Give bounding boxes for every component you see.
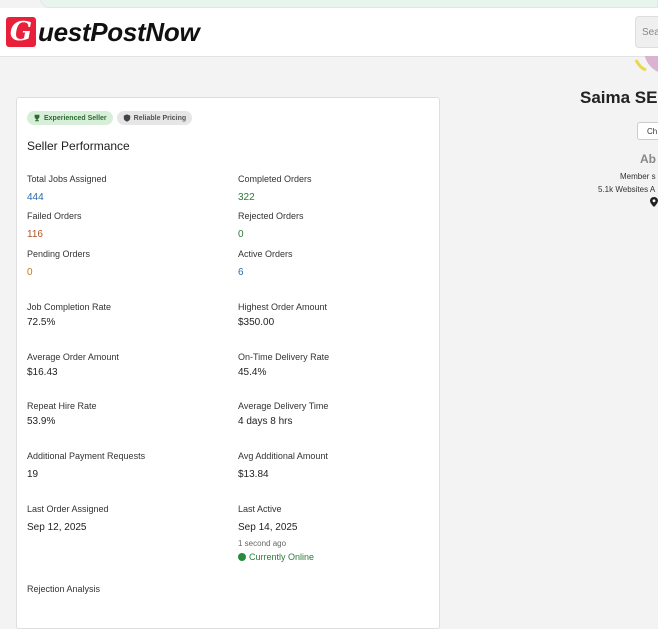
- online-status-label: Currently Online: [249, 552, 315, 562]
- last-active-ago: 1 second ago: [238, 539, 287, 548]
- shield-icon: [123, 114, 130, 122]
- stat-on-time-delivery-rate: On-Time Delivery Rate 45.4%: [238, 352, 329, 378]
- site-logo[interactable]: G uestPostNow: [6, 15, 200, 49]
- stat-label: Additional Payment Requests: [27, 451, 146, 461]
- stat-job-completion-rate: Job Completion Rate 72.5%: [27, 302, 111, 328]
- logo-mark: G: [6, 17, 36, 47]
- top-strip: [0, 0, 658, 8]
- stat-value: $16.43: [27, 367, 58, 378]
- online-status: Currently Online: [238, 552, 314, 562]
- stat-label: Avg Additional Amount: [238, 451, 328, 461]
- stat-value: 45.4%: [238, 367, 267, 378]
- stat-label: Pending Orders: [27, 249, 91, 259]
- search-input[interactable]: Sear: [635, 16, 658, 48]
- trophy-icon: [34, 114, 40, 122]
- stat-value[interactable]: 444: [27, 192, 107, 203]
- stat-label: Highest Order Amount: [238, 302, 328, 312]
- badge-reliable-pricing: Reliable Pricing: [116, 111, 193, 125]
- stat-last-active: Last Active Sep 14, 2025 1 second ago Cu…: [238, 504, 314, 562]
- stat-label: Last Order Assigned: [27, 504, 109, 514]
- stat-failed-orders: Failed Orders 116: [27, 211, 82, 240]
- stat-value[interactable]: 116: [27, 229, 82, 240]
- chat-button[interactable]: Ch: [637, 122, 658, 140]
- stat-value: 53.9%: [27, 416, 56, 427]
- rejection-analysis-title: Rejection Analysis: [27, 584, 101, 594]
- stat-highest-order-amount: Highest Order Amount $350.00: [238, 302, 327, 328]
- stat-rejected-orders: Rejected Orders 0: [238, 211, 304, 240]
- badge-label: Reliable Pricing: [133, 114, 187, 122]
- member-since: Member s: [620, 172, 656, 181]
- about-heading: Ab: [640, 152, 656, 166]
- stat-label: Failed Orders: [27, 211, 82, 221]
- stat-value: 19: [27, 469, 39, 480]
- stat-pending-orders: Pending Orders 0: [27, 249, 90, 278]
- badge-label: Experienced Seller: [44, 114, 107, 122]
- stat-value[interactable]: 0: [238, 229, 304, 240]
- seller-performance-card: Experienced Seller Reliable Pricing Sell…: [16, 97, 440, 629]
- stat-avg-additional-amount: Avg Additional Amount $13.84: [238, 451, 328, 480]
- badge-experienced-seller: Experienced Seller: [27, 111, 113, 125]
- stat-value: 4 days 8 hrs: [238, 416, 293, 427]
- profile-name: Saima SE: [580, 88, 658, 107]
- location-pin-icon: [650, 197, 658, 207]
- stat-additional-payment-requests: Additional Payment Requests 19: [27, 451, 145, 480]
- stat-label: Average Order Amount: [27, 352, 119, 362]
- stat-active-orders: Active Orders 6: [238, 249, 293, 278]
- seller-badges: Experienced Seller Reliable Pricing: [27, 111, 193, 125]
- stat-label: Completed Orders: [238, 174, 312, 184]
- stat-label: On-Time Delivery Rate: [238, 352, 330, 362]
- stat-total-jobs: Total Jobs Assigned 444: [27, 174, 107, 203]
- stat-value: Sep 12, 2025: [27, 522, 87, 533]
- avatar: [634, 56, 658, 76]
- stat-completed-orders: Completed Orders 322: [238, 174, 312, 203]
- websites-count: 5.1k Websites A: [598, 185, 656, 194]
- online-dot-icon: [238, 553, 246, 561]
- stat-repeat-hire-rate: Repeat Hire Rate 53.9%: [27, 401, 97, 427]
- stat-value[interactable]: 0: [27, 267, 90, 278]
- notice-bar: [40, 0, 658, 8]
- stat-value[interactable]: 322: [238, 192, 312, 203]
- stat-label: Active Orders: [238, 249, 293, 259]
- stat-label: Average Delivery Time: [238, 401, 329, 411]
- stat-value: $13.84: [238, 469, 269, 480]
- logo-wordmark: uestPostNow: [38, 16, 200, 47]
- card-title: Seller Performance: [27, 139, 130, 153]
- stat-value: $350.00: [238, 317, 275, 328]
- site-header: G uestPostNow Sear: [0, 8, 658, 57]
- stat-average-order-amount: Average Order Amount $16.43: [27, 352, 119, 378]
- stat-value: Sep 14, 2025: [238, 522, 298, 533]
- stat-value[interactable]: 6: [238, 267, 293, 278]
- stat-label: Rejected Orders: [238, 211, 304, 221]
- stat-label: Last Active: [238, 504, 282, 514]
- stat-last-order-assigned: Last Order Assigned Sep 12, 2025: [27, 504, 109, 533]
- stat-label: Job Completion Rate: [27, 302, 112, 312]
- stat-average-delivery-time: Average Delivery Time 4 days 8 hrs: [238, 401, 328, 427]
- stat-label: Total Jobs Assigned: [27, 174, 107, 184]
- stat-value: 72.5%: [27, 317, 56, 328]
- stat-label: Repeat Hire Rate: [27, 401, 97, 411]
